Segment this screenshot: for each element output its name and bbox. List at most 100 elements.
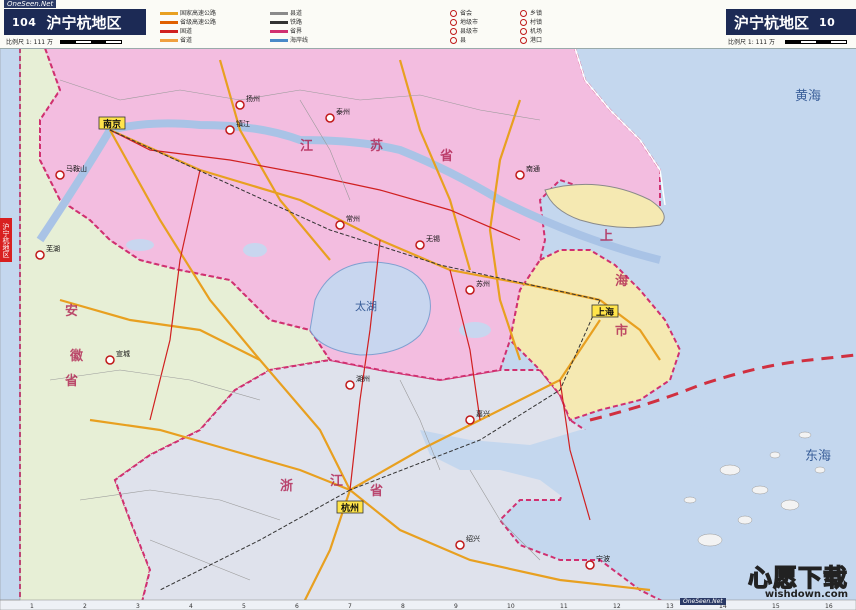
scale-bar-right — [785, 40, 847, 44]
page-title-left: 104 沪宁杭地区 — [4, 9, 146, 35]
watermark-title: 心愿下载 — [747, 563, 848, 592]
region-label: 浙 — [280, 478, 293, 494]
legend-dot — [520, 10, 527, 17]
city-label: 马鞍山 — [66, 164, 87, 173]
city-marker — [585, 560, 595, 570]
legend-label: 海岸线 — [290, 37, 309, 44]
legend-dot — [520, 19, 527, 26]
city-label: 南通 — [526, 164, 540, 173]
region-label: 省 — [369, 483, 383, 499]
legend-symbol: 县级市 — [450, 26, 478, 35]
legend-dot — [520, 28, 527, 35]
city-label: 镇江 — [236, 119, 250, 128]
legend-item: 省界 — [270, 26, 302, 35]
city-marker — [225, 125, 235, 135]
city-marker — [55, 170, 65, 180]
legend-swatch — [270, 21, 288, 24]
city-label: 宣城 — [116, 349, 130, 358]
city-marker — [415, 240, 425, 250]
grid-col-label: 5 — [242, 603, 246, 610]
legend-symbol-label: 村镇 — [530, 19, 543, 26]
grid-col-label: 10 — [507, 603, 515, 610]
city-label: 扬州 — [246, 94, 260, 103]
city-2[interactable]: 杭州 — [336, 500, 364, 514]
legend-symbol: 村镇 — [520, 17, 542, 26]
grid-col-label: 13 — [666, 603, 674, 610]
region-label: 省 — [64, 373, 78, 389]
legend-swatch — [160, 12, 178, 15]
legend-swatch — [270, 39, 288, 42]
city-marker — [325, 113, 335, 123]
legend-symbol: 地级市 — [450, 17, 478, 26]
legend-swatch — [270, 12, 288, 15]
scale-right: 比例尺 1: 111 万 — [728, 39, 776, 46]
city-marker — [465, 415, 475, 425]
city-marker — [345, 380, 355, 390]
legend-symbol: 机场 — [520, 26, 542, 35]
grid-col-label: 6 — [295, 603, 299, 610]
scale-bar-left — [60, 40, 122, 44]
legend-item: 省级高速公路 — [160, 17, 216, 26]
page-number-left: 104 — [12, 15, 37, 29]
lake — [243, 243, 267, 257]
region-label: 江 — [300, 138, 313, 154]
legend-dot — [450, 28, 457, 35]
city-label: 湖州 — [356, 374, 370, 383]
legend-item: 县道 — [270, 8, 302, 17]
city-1[interactable]: 上海 — [591, 304, 619, 318]
region-label: 徽 — [69, 348, 84, 364]
region-label: 市 — [615, 323, 628, 339]
grid-col-label: 8 — [401, 603, 405, 610]
legend-symbol-label: 机场 — [530, 28, 543, 35]
side-index-tab[interactable]: 沪宁杭地区 — [0, 218, 12, 262]
legend-symbol-label: 地级市 — [460, 19, 479, 26]
map-header: OneSeen.Net 104 沪宁杭地区 比例尺 1: 111 万 国家高速公… — [0, 0, 856, 49]
legend-swatch — [270, 30, 288, 33]
legend-label: 铁路 — [290, 19, 303, 26]
grid-col-label: 2 — [83, 603, 87, 610]
region-label: 省 — [439, 148, 453, 164]
legend-dot — [450, 19, 457, 26]
city-label: 无锡 — [426, 234, 440, 243]
legend-item: 海岸线 — [270, 35, 308, 44]
map-canvas[interactable]: 1 2 3 4 5 6 7 8 9 10 11 12 13 14 15 16 南京上海杭州湖州嘉兴苏州无锡常州… — [0, 0, 856, 610]
watermark: 心愿下载 wishdown.com — [747, 558, 848, 600]
city-label: 芜湖 — [46, 244, 60, 253]
region-label: 上 — [600, 229, 613, 244]
legend-label: 国家高速公路 — [180, 10, 217, 17]
region-label: 苏 — [370, 138, 383, 154]
page-title-right: 沪宁杭地区 10 — [726, 9, 856, 35]
legend-label: 省级高速公路 — [180, 19, 217, 26]
water-label: 黄海 — [795, 89, 821, 104]
legend-symbol: 港口 — [520, 35, 542, 44]
legend-symbol-label: 县 — [460, 37, 467, 44]
city-0[interactable]: 南京 — [98, 116, 126, 130]
city-label: 上海 — [596, 306, 614, 318]
legend-item: 铁路 — [270, 17, 302, 26]
region-label: 江 — [330, 473, 343, 489]
legend-symbol-label: 省会 — [460, 10, 473, 17]
legend-symbol: 省会 — [450, 8, 472, 17]
title-left: 沪宁杭地区 — [46, 13, 122, 32]
title-right: 沪宁杭地区 — [734, 13, 810, 32]
city-marker — [235, 100, 245, 110]
legend-swatch — [160, 21, 178, 24]
bottom-frame — [0, 599, 856, 610]
city-label: 绍兴 — [466, 534, 480, 543]
legend-swatch — [160, 39, 178, 42]
city-label: 泰州 — [336, 107, 350, 116]
city-label: 苏州 — [476, 279, 490, 288]
legend-symbol: 县 — [450, 35, 466, 44]
legend-symbol: 乡镇 — [520, 8, 542, 17]
legend-symbol-label: 乡镇 — [530, 10, 543, 17]
legend-label: 省道 — [180, 37, 193, 44]
grid-col-label: 12 — [613, 603, 621, 610]
legend-item: 国道 — [160, 26, 192, 35]
city-marker — [465, 285, 475, 295]
page-number-right: 10 — [819, 15, 836, 29]
legend-symbol-label: 港口 — [530, 37, 543, 44]
city-marker — [105, 355, 115, 365]
city-label: 常州 — [346, 214, 360, 223]
city-label: 杭州 — [341, 502, 359, 514]
lake — [126, 239, 154, 251]
